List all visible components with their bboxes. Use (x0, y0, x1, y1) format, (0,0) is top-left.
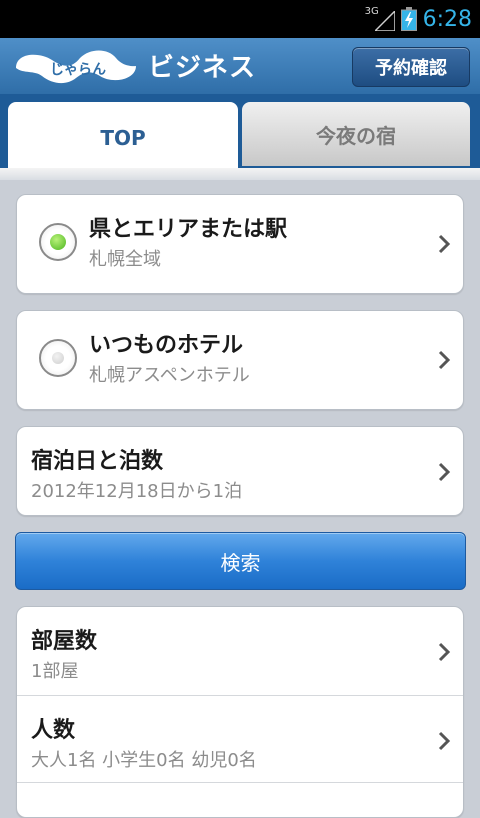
stay-date-card[interactable]: 宿泊日と泊数 2012年12月18日から1泊 (16, 426, 464, 516)
area-value: 札幌全域 (89, 249, 161, 270)
hotel-selection-card[interactable]: いつものホテル 札幌アスペンホテル (16, 310, 464, 410)
status-indicators: 3G 6:28 (365, 0, 472, 38)
rooms-value: 1部屋 (31, 661, 79, 682)
reservation-check-button[interactable]: 予約確認 (352, 47, 470, 87)
area-title: 県とエリアまたは駅 (89, 217, 288, 242)
app-header: じゃらん ビジネス 予約確認 (0, 38, 480, 94)
people-title: 人数 (31, 718, 76, 743)
people-value: 大人1名 小学生0名 幼児0名 (31, 750, 257, 771)
clock: 6:28 (422, 6, 472, 32)
chevron-right-icon (438, 731, 451, 751)
hotel-value: 札幌アスペンホテル (89, 365, 250, 386)
tab-bar: TOP 今夜の宿 (0, 94, 480, 180)
signal-icon (374, 11, 395, 31)
battery-charging-icon (400, 7, 417, 31)
network-signal: 3G (365, 6, 395, 31)
stay-value: 2012年12月18日から1泊 (31, 481, 243, 502)
area-radio[interactable] (39, 223, 77, 261)
chevron-right-icon (438, 462, 451, 482)
stay-title: 宿泊日と泊数 (31, 449, 164, 474)
options-card: 部屋数 1部屋 人数 大人1名 小学生0名 幼児0名 (16, 606, 464, 818)
search-button[interactable]: 検索 (15, 532, 466, 590)
status-bar: 3G 6:28 (0, 0, 480, 38)
chevron-right-icon (438, 350, 451, 370)
rooms-title: 部屋数 (31, 629, 98, 654)
radio-selected-indicator (50, 234, 66, 250)
tab-underline (0, 168, 480, 180)
app-title: ビジネス (148, 53, 257, 83)
people-row[interactable]: 人数 大人1名 小学生0名 幼児0名 (17, 696, 463, 782)
tab-tonight[interactable]: 今夜の宿 (242, 102, 470, 166)
rooms-row[interactable]: 部屋数 1部屋 (17, 607, 463, 695)
svg-text:じゃらん: じゃらん (50, 62, 106, 78)
radio-unselected-indicator (52, 352, 64, 364)
area-selection-card[interactable]: 県とエリアまたは駅 札幌全域 (16, 194, 464, 294)
row-divider (17, 782, 463, 783)
hotel-radio[interactable] (39, 339, 77, 377)
jalan-logo: じゃらん (16, 50, 136, 84)
hotel-title: いつものホテル (89, 333, 244, 358)
tab-top[interactable]: TOP (8, 102, 238, 174)
chevron-right-icon (438, 234, 451, 254)
chevron-right-icon (438, 642, 451, 662)
